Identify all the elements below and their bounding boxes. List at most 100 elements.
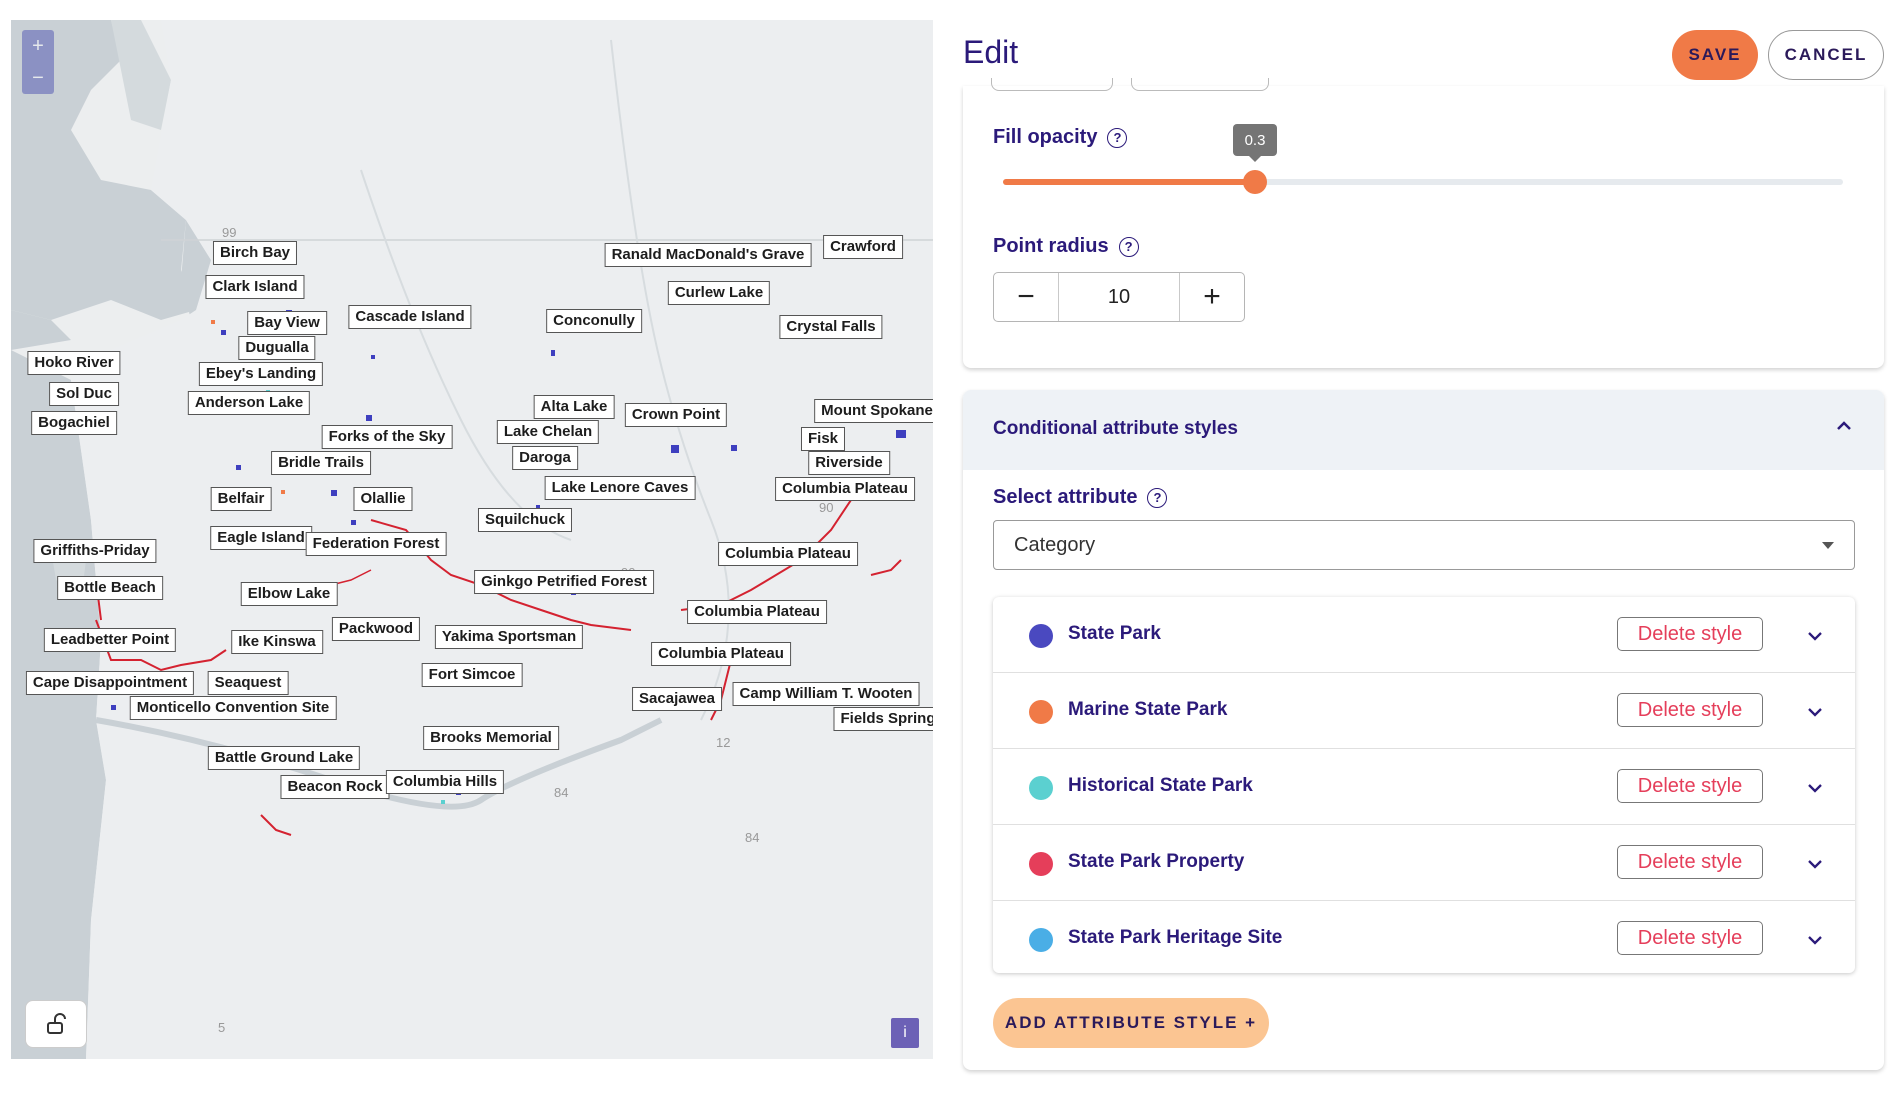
map-label[interactable]: Yakima Sportsman xyxy=(434,625,584,649)
list-item: Marine State Park Delete style xyxy=(993,673,1855,749)
partial-control[interactable] xyxy=(1131,78,1269,91)
slider-tooltip: 0.3 xyxy=(1233,124,1277,162)
map-label[interactable]: Leadbetter Point xyxy=(43,628,177,652)
map-label[interactable]: Birch Bay xyxy=(212,241,298,265)
map-label[interactable]: Hoko River xyxy=(27,351,121,375)
map-label[interactable]: Federation Forest xyxy=(305,532,447,556)
map-label[interactable]: Beacon Rock xyxy=(280,775,390,799)
map-label[interactable]: Columbia Plateau xyxy=(687,600,827,624)
map-label[interactable]: Eagle Island xyxy=(210,526,312,550)
decrement-button[interactable]: − xyxy=(994,273,1058,321)
chevron-down-icon[interactable] xyxy=(1806,703,1824,721)
map-label[interactable]: Olallie xyxy=(353,487,413,511)
help-icon[interactable]: ? xyxy=(1107,127,1128,148)
point-radius-stepper: − 10 + xyxy=(993,272,1245,322)
list-item: State Park Property Delete style xyxy=(993,825,1855,901)
delete-style-button[interactable]: Delete style xyxy=(1617,769,1763,803)
page-title: Edit xyxy=(963,34,1019,70)
map-label[interactable]: Elbow Lake xyxy=(240,582,338,606)
map-label[interactable]: Fields Spring xyxy=(833,707,933,731)
color-swatch xyxy=(1029,624,1053,648)
map-label[interactable]: Camp William T. Wooten xyxy=(732,682,920,706)
delete-style-button[interactable]: Delete style xyxy=(1617,617,1763,651)
map-label[interactable]: Ginkgo Petrified Forest xyxy=(474,570,654,594)
map-label[interactable]: Forks of the Sky xyxy=(321,425,453,449)
help-icon[interactable]: ? xyxy=(1147,487,1168,508)
style-name: State Park Heritage Site xyxy=(1068,927,1283,948)
map-label[interactable]: Mount Spokane xyxy=(814,399,933,423)
map-label[interactable]: Fisk xyxy=(800,427,846,451)
map-view[interactable]: 99 90 90 12 84 84 5 Birch Bay Clark Isla… xyxy=(11,20,933,1059)
map-label[interactable]: Battle Ground Lake xyxy=(207,746,361,770)
map-label[interactable]: Squilchuck xyxy=(477,508,573,532)
map-label[interactable]: Fort Simcoe xyxy=(421,663,523,687)
map-label[interactable]: Columbia Plateau xyxy=(718,542,858,566)
map-label[interactable]: Dugualla xyxy=(238,336,316,360)
chevron-down-icon[interactable] xyxy=(1806,931,1824,949)
map-label[interactable]: Sol Duc xyxy=(49,382,119,406)
style-name: State Park Property xyxy=(1068,851,1245,872)
map-label[interactable]: Belfair xyxy=(210,487,272,511)
road-number: 84 xyxy=(745,830,760,845)
road-number: 5 xyxy=(218,1020,226,1035)
map-label[interactable]: Crawford xyxy=(823,235,903,259)
list-item: State Park Delete style xyxy=(993,597,1855,673)
map-label[interactable]: Ike Kinswa xyxy=(231,630,323,654)
map-label[interactable]: Crystal Falls xyxy=(779,315,883,339)
accordion-header[interactable]: Conditional attribute styles xyxy=(963,390,1884,470)
map-label[interactable]: Lake Chelan xyxy=(496,420,600,444)
map-label[interactable]: Curlew Lake xyxy=(667,281,771,305)
attribute-select[interactable]: Category xyxy=(993,520,1855,570)
map-label[interactable]: Ranald MacDonald's Grave xyxy=(604,243,812,267)
map-label[interactable]: Alta Lake xyxy=(533,395,615,419)
help-icon[interactable]: ? xyxy=(1118,236,1139,257)
map-label[interactable]: Conconully xyxy=(546,309,642,333)
chevron-down-icon[interactable] xyxy=(1806,855,1824,873)
delete-style-button[interactable]: Delete style xyxy=(1617,921,1763,955)
map-label[interactable]: Bogachiel xyxy=(31,411,117,435)
info-button[interactable]: i xyxy=(891,1018,919,1048)
point-radius-label: Point radius ? xyxy=(993,235,1139,258)
map-label[interactable]: Anderson Lake xyxy=(187,391,311,415)
map-label[interactable]: Clark Island xyxy=(205,275,305,299)
delete-style-button[interactable]: Delete style xyxy=(1617,845,1763,879)
map-label[interactable]: Cascade Island xyxy=(348,305,472,329)
select-attribute-label: Select attribute ? xyxy=(993,486,1168,509)
map-label[interactable]: Daroga xyxy=(512,446,578,470)
map-label[interactable]: Columbia Plateau xyxy=(775,477,915,501)
map-label[interactable]: Columbia Plateau xyxy=(651,642,791,666)
color-swatch xyxy=(1029,700,1053,724)
point-radius-value[interactable]: 10 xyxy=(1058,273,1180,321)
color-swatch xyxy=(1029,928,1053,952)
save-button[interactable]: SAVE xyxy=(1672,30,1758,80)
add-attribute-style-button[interactable]: ADD ATTRIBUTE STYLE + xyxy=(993,998,1269,1048)
delete-style-button[interactable]: Delete style xyxy=(1617,693,1763,727)
map-label[interactable]: Packwood xyxy=(331,617,421,641)
map-label[interactable]: Bottle Beach xyxy=(57,576,163,600)
partial-control[interactable] xyxy=(991,78,1113,91)
map-label[interactable]: Sacajawea xyxy=(632,687,722,711)
road-number: 84 xyxy=(554,785,569,800)
slider-thumb[interactable] xyxy=(1243,170,1267,194)
map-label[interactable]: Lake Lenore Caves xyxy=(544,476,696,500)
map-label[interactable]: Riverside xyxy=(808,451,890,475)
zoom-in-button[interactable]: + xyxy=(22,30,54,62)
map-label[interactable]: Columbia Hills xyxy=(385,770,505,794)
map-label[interactable]: Seaquest xyxy=(207,671,289,695)
chevron-down-icon[interactable] xyxy=(1806,779,1824,797)
map-label[interactable]: Crown Point xyxy=(624,403,728,427)
fill-opacity-slider[interactable]: 0.3 xyxy=(1003,124,1843,194)
map-label[interactable]: Bridle Trails xyxy=(271,451,371,475)
map-label[interactable]: Ebey's Landing xyxy=(198,362,324,386)
map-label[interactable]: Bay View xyxy=(247,311,327,335)
chevron-down-icon[interactable] xyxy=(1806,627,1824,645)
chevron-up-icon[interactable] xyxy=(1834,416,1854,436)
map-label[interactable]: Brooks Memorial xyxy=(423,726,559,750)
increment-button[interactable]: + xyxy=(1180,273,1244,321)
zoom-out-button[interactable]: − xyxy=(22,62,54,94)
map-label[interactable]: Griffiths-Priday xyxy=(33,539,157,563)
map-label[interactable]: Cape Disappointment xyxy=(25,671,195,695)
cancel-button[interactable]: CANCEL xyxy=(1768,30,1884,80)
lock-button[interactable] xyxy=(25,1000,87,1048)
map-label[interactable]: Monticello Convention Site xyxy=(129,696,337,720)
